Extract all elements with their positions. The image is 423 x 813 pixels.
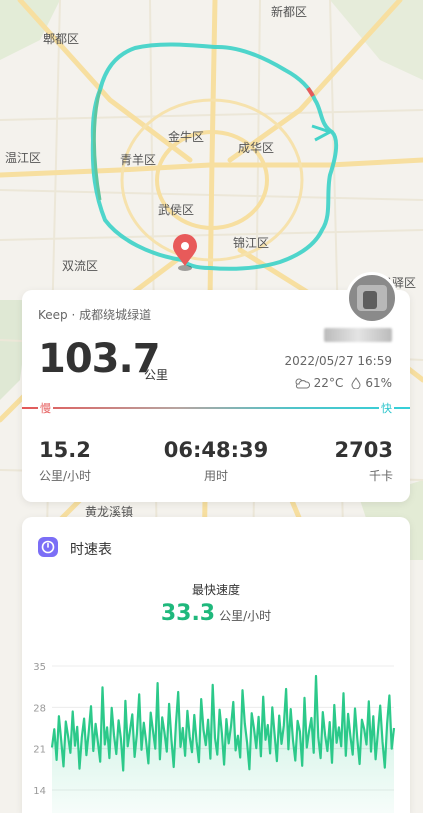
- brand-route-label: Keep · 成都绕城绿道: [38, 308, 152, 322]
- y-tick-label: 14: [33, 786, 46, 797]
- fast-label: 快: [379, 400, 394, 416]
- workout-datetime: 2022/05/27 16:59: [284, 354, 392, 368]
- duration-label: 用时: [203, 469, 228, 483]
- calories-label: 千卡: [368, 469, 393, 483]
- speedometer-icon: [38, 537, 58, 557]
- distance-value: 103.7: [38, 336, 161, 382]
- district-label: 成华区: [238, 141, 275, 155]
- y-tick-label: 21: [33, 745, 46, 756]
- district-label: 金牛区: [168, 130, 205, 144]
- district-label: 锦江区: [233, 236, 270, 250]
- chart-title: 时速表: [70, 542, 112, 558]
- calories-value: 2703: [334, 438, 393, 462]
- max-speed-label: 最快速度: [191, 583, 240, 597]
- slow-label: 慢: [38, 400, 53, 416]
- district-label: 郫都区: [43, 32, 80, 46]
- speed-gradient-bar: [22, 407, 410, 409]
- max-speed-value: 33.3: [160, 601, 216, 626]
- temperature: 22°C: [313, 376, 344, 390]
- workout-summary-card: Keep · 成都绕城绿道 103.7 公里 2022/05/27 16:59 …: [22, 272, 410, 502]
- speed-line-chart[interactable]: 14 21 28 35: [22, 657, 410, 813]
- district-label: 武侯区: [158, 203, 195, 217]
- weather-info: 22°C 61%: [294, 376, 392, 390]
- humidity-drop-icon: [351, 377, 361, 389]
- max-speed-row: 33.3 公里/小时: [22, 601, 410, 626]
- username-blurred: [324, 328, 392, 342]
- district-label: 温江区: [5, 151, 42, 165]
- partly-cloudy-icon: [295, 378, 310, 389]
- humidity: 61%: [365, 376, 392, 390]
- district-label: 双流区: [62, 259, 99, 273]
- max-speed-unit: 公里/小时: [219, 609, 272, 623]
- y-tick-label: 35: [33, 662, 46, 673]
- speed-chart-card: 时速表 最快速度 33.3 公里/小时 14 21 28 35: [22, 517, 410, 813]
- distance-unit: 公里: [144, 368, 169, 382]
- district-label: 新都区: [271, 5, 308, 19]
- district-label: 青羊区: [120, 153, 157, 167]
- avatar[interactable]: [346, 272, 398, 324]
- y-tick-label: 28: [33, 703, 46, 714]
